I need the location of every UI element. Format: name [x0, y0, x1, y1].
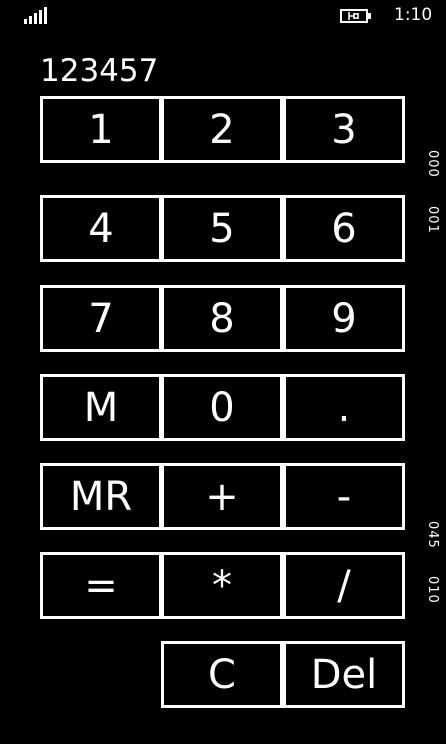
key-7-button[interactable]: 7 [40, 285, 162, 352]
status-bar: 1:10 [0, 0, 446, 34]
key-label: 3 [331, 106, 357, 153]
key-3-button[interactable]: 3 [283, 96, 405, 163]
key-label: = [84, 562, 118, 609]
key-8-button[interactable]: 8 [161, 285, 283, 352]
key-label: / [337, 562, 351, 609]
memory-button[interactable]: M [40, 374, 162, 441]
key-label: 7 [88, 295, 114, 342]
key-2-button[interactable]: 2 [161, 96, 283, 163]
key-label: Del [310, 651, 378, 698]
decimal-button[interactable]: . [283, 374, 405, 441]
key-label: 5 [209, 205, 235, 252]
battery-charging-icon [340, 9, 371, 23]
status-clock: 1:10 [394, 5, 433, 25]
key-label: + [205, 473, 239, 520]
memory-recall-button[interactable]: MR [40, 463, 162, 530]
key-label: 9 [331, 295, 357, 342]
key-5-button[interactable]: 5 [161, 195, 283, 262]
key-label: 1 [88, 106, 114, 153]
key-label: 2 [209, 106, 235, 153]
clear-button[interactable]: C [161, 641, 283, 708]
side-label-000: 000 [425, 150, 440, 178]
key-label: 8 [209, 295, 235, 342]
key-label: . [337, 384, 351, 431]
side-label-010: 010 [425, 576, 440, 604]
key-4-button[interactable]: 4 [40, 195, 162, 262]
plus-button[interactable]: + [161, 463, 283, 530]
side-label-045: 045 [425, 521, 440, 549]
delete-button[interactable]: Del [283, 641, 405, 708]
key-label: 0 [209, 384, 235, 431]
divide-button[interactable]: / [283, 552, 405, 619]
calculator-display: 123457 [40, 53, 159, 89]
key-label: 6 [331, 205, 357, 252]
key-1-button[interactable]: 1 [40, 96, 162, 163]
key-label: - [336, 473, 352, 520]
key-6-button[interactable]: 6 [283, 195, 405, 262]
equals-button[interactable]: = [40, 552, 162, 619]
key-label: MR [69, 473, 133, 520]
key-label: * [212, 562, 232, 609]
side-label-001: 001 [425, 206, 440, 234]
calculator-screen: 1:10 123457 1 2 3 4 5 6 7 8 9 M 0 . MR +… [0, 0, 446, 744]
multiply-button[interactable]: * [161, 552, 283, 619]
minus-button[interactable]: - [283, 463, 405, 530]
key-0-button[interactable]: 0 [161, 374, 283, 441]
key-label: M [83, 384, 119, 431]
key-label: 4 [88, 205, 114, 252]
key-9-button[interactable]: 9 [283, 285, 405, 352]
key-label: C [208, 651, 236, 698]
signal-bars-icon [24, 6, 50, 24]
